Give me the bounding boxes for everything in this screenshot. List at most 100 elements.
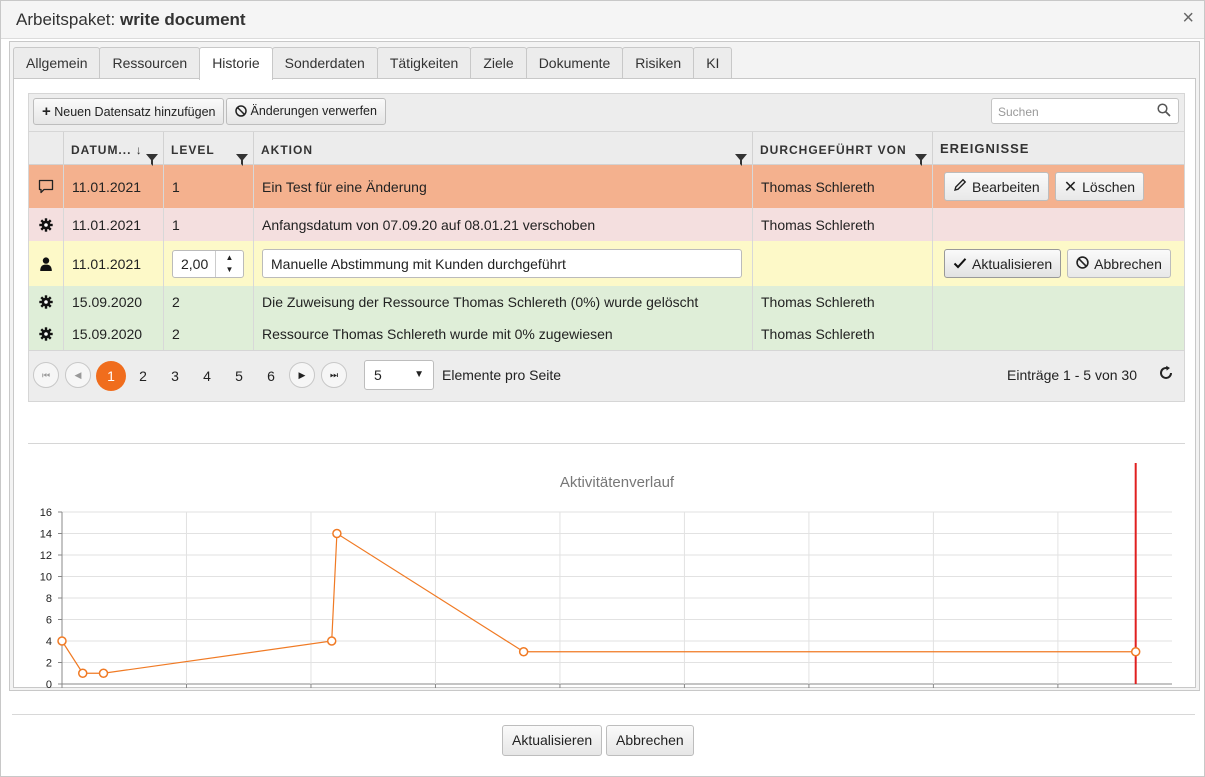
tab-tätigkeiten[interactable]: Tätigkeiten [376, 47, 472, 79]
page-size-select[interactable]: 5 ▼ [364, 360, 434, 390]
tab-risiken[interactable]: Risiken [622, 47, 695, 79]
prev-page-icon[interactable]: ◀ [65, 362, 91, 388]
row-performed-by: Thomas Schlereth [753, 286, 933, 318]
dialog-title: Arbeitspaket: write document [16, 10, 246, 30]
y-tick-label: 14 [40, 529, 52, 541]
user-icon [29, 241, 64, 286]
last-page-icon[interactable]: ⏭ [321, 362, 347, 388]
page-1[interactable]: 1 [96, 361, 126, 391]
row-level: 2 [164, 286, 254, 318]
dialog-cancel-button[interactable]: Abbrechen [606, 725, 694, 756]
tab-bar: Allgemein Ressourcen Historie Sonderdaten Tä… [13, 47, 733, 80]
level-stepper[interactable]: 2,00 ▲ ▼ [172, 249, 244, 278]
tab-container: Allgemein Ressourcen Historie Sonderdaten Tä… [9, 41, 1200, 691]
search-input[interactable] [998, 101, 1148, 123]
title-prefix: Arbeitspaket: [16, 10, 116, 29]
tab-ziele[interactable]: Ziele [470, 47, 527, 79]
header-ereignisse-label: EREIGNISSE [940, 141, 1030, 156]
filter-icon[interactable] [146, 144, 158, 180]
page-3[interactable]: 3 [160, 361, 190, 391]
table-row[interactable]: 11.01.2021 1 Anfangsdatum von 07.09.20 a… [29, 208, 1184, 241]
row-level: 1 [164, 208, 254, 241]
y-tick-label: 4 [46, 636, 52, 648]
edit-button[interactable]: Bearbeiten [944, 172, 1049, 201]
y-tick-label: 12 [40, 550, 52, 562]
comment-icon [29, 165, 64, 208]
row-events: Aktualisieren Abbrechen [933, 241, 1184, 286]
gear-icon [29, 318, 64, 350]
row-performed-by: Thomas Schlereth [753, 165, 933, 208]
table-row-editing[interactable]: 11.01.2021 2,00 ▲ ▼ Manuelle Abstimmung m… [29, 241, 1184, 286]
tab-sonderdaten[interactable]: Sonderdaten [271, 47, 378, 79]
table-row[interactable]: 15.09.2020 2 Ressource Thomas Schlereth … [29, 318, 1184, 350]
row-date: 11.01.2021 [64, 208, 164, 241]
update-row-button[interactable]: Aktualisieren [944, 249, 1062, 278]
cancel-row-button[interactable]: Abbrechen [1067, 249, 1171, 278]
check-icon [953, 256, 967, 272]
stepper-down-icon[interactable]: ▼ [216, 264, 243, 276]
header-icon-col [29, 132, 64, 165]
row-performed-by: Thomas Schlereth [753, 318, 933, 350]
row-date: 11.01.2021 [64, 241, 164, 286]
search-box [991, 98, 1179, 124]
header-durchgefuehrt[interactable]: DURCHGEFÜHRT VON [753, 132, 933, 166]
grid-toolbar: + Neuen Datensatz hinzufügen Änderungen … [28, 93, 1185, 131]
page-4[interactable]: 4 [192, 361, 222, 391]
tab-allgemein[interactable]: Allgemein [13, 47, 101, 79]
header-level[interactable]: LEVEL [164, 132, 254, 166]
discard-changes-label: Änderungen verwerfen [250, 104, 377, 118]
grid-header: DATUM... ↓ LEVEL AKTION DURCHGEFÜHRT VON… [29, 132, 1184, 166]
row-action: Die Zuweisung der Ressource Thomas Schle… [254, 286, 753, 318]
page-6[interactable]: 6 [256, 361, 286, 391]
data-point [57, 636, 67, 646]
y-tick-label: 2 [46, 658, 52, 670]
add-record-label: Neuen Datensatz hinzufügen [54, 105, 216, 119]
tab-historie[interactable]: Historie [199, 47, 273, 80]
table-row[interactable]: 11.01.2021 1 Ein Test für eine Änderung … [29, 165, 1184, 208]
row-action: Anfangsdatum von 07.09.20 auf 08.01.21 v… [254, 208, 753, 241]
header-aktion[interactable]: AKTION [254, 132, 753, 166]
row-performed-by [753, 241, 933, 286]
table-row[interactable]: 15.09.2020 2 Die Zuweisung der Ressource… [29, 286, 1184, 318]
dialog-titlebar: Arbeitspaket: write document × [1, 1, 1204, 39]
filter-icon[interactable] [236, 144, 248, 180]
tab-panel-historie: + Neuen Datensatz hinzufügen Änderungen … [13, 78, 1196, 689]
page-5[interactable]: 5 [224, 361, 254, 391]
data-point [326, 636, 337, 646]
sort-down-icon: ↓ [135, 143, 143, 157]
row-level: 2 [164, 318, 254, 350]
add-record-button[interactable]: + Neuen Datensatz hinzufügen [33, 98, 225, 125]
page-2[interactable]: 2 [128, 361, 158, 391]
filter-icon[interactable] [735, 144, 747, 180]
dialog-update-button[interactable]: Aktualisieren [502, 725, 603, 756]
action-text-input[interactable]: Manuelle Abstimmung mit Kunden durchgefü… [262, 249, 742, 278]
refresh-icon[interactable] [1158, 365, 1174, 384]
row-events [933, 208, 1184, 241]
row-action: Ein Test für eine Änderung [254, 165, 753, 208]
gear-icon [29, 286, 64, 318]
filter-icon[interactable] [915, 144, 927, 180]
data-point [1130, 647, 1141, 657]
pager-info: Einträge 1 - 5 von 30 [1007, 367, 1137, 383]
page-size-value: 5 [374, 367, 382, 383]
tab-ressourcen[interactable]: Ressourcen [99, 47, 201, 79]
y-tick-label: 6 [46, 615, 52, 627]
data-point [332, 528, 342, 539]
delete-button[interactable]: ✕ Löschen [1054, 172, 1145, 201]
footer-divider [12, 714, 1195, 715]
first-page-icon[interactable]: ⏮ [33, 362, 59, 388]
header-datum[interactable]: DATUM... ↓ [64, 132, 164, 166]
tab-dokumente[interactable]: Dokumente [525, 47, 624, 79]
next-page-icon[interactable]: ▶ [289, 362, 315, 388]
tab-ki[interactable]: KI [693, 47, 733, 79]
header-aktion-label: AKTION [261, 143, 313, 157]
row-events [933, 318, 1184, 350]
stepper-up-icon[interactable]: ▲ [216, 252, 243, 264]
level-stepper-value: 2,00 [181, 255, 209, 272]
close-icon: ✕ [1063, 178, 1078, 196]
discard-changes-button[interactable]: Änderungen verwerfen [226, 98, 386, 125]
dialog-cancel-label: Abbrechen [616, 732, 684, 748]
row-level-editor: 2,00 ▲ ▼ [164, 241, 254, 286]
search-icon[interactable] [1157, 103, 1171, 120]
close-icon[interactable]: × [1182, 7, 1194, 30]
